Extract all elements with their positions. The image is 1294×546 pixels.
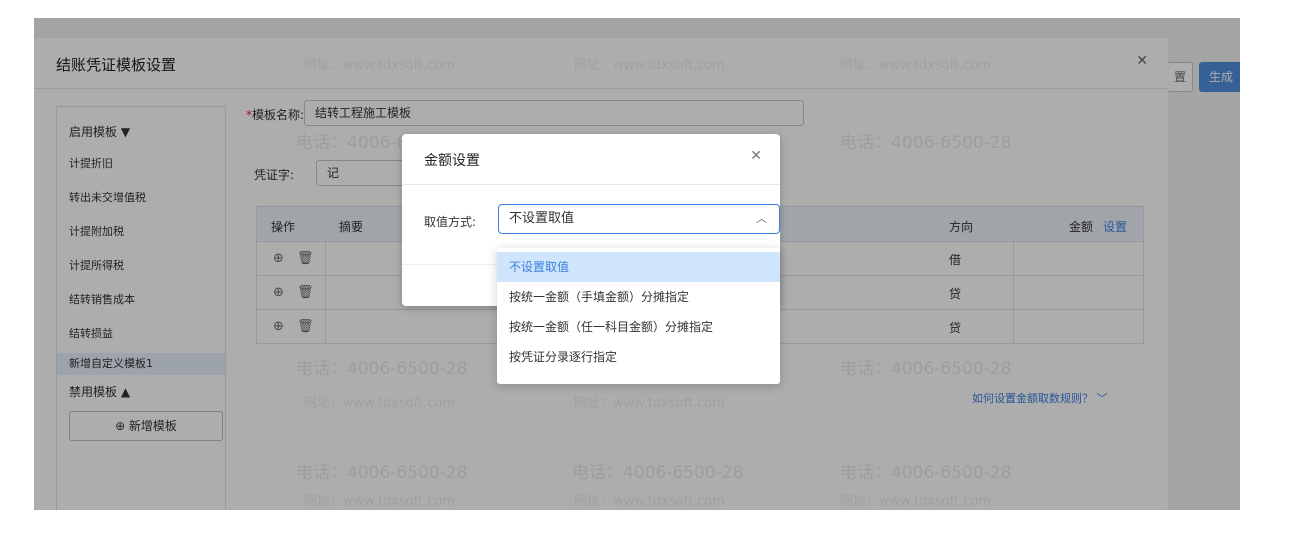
option-no-value[interactable]: 不设置取值 <box>497 252 780 282</box>
option-uniform-account[interactable]: 按统一金额（任一科目金额）分摊指定 <box>497 312 780 342</box>
value-mode-selected-text: 不设置取值 <box>509 211 575 226</box>
value-mode-label: 取值方式: <box>424 215 477 229</box>
app-frame: 置 生成 结账凭证模板设置 ✕ 启用模板 ▼ 计提折旧 转出未交增值税 计提附加… <box>34 18 1240 510</box>
value-mode-dropdown: 不设置取值 按统一金额（手填金额）分摊指定 按统一金额（任一科目金额）分摊指定 … <box>497 248 780 384</box>
option-per-entry[interactable]: 按凭证分录逐行指定 <box>497 342 780 372</box>
amount-settings-title: 金额设置 <box>424 153 480 169</box>
value-mode-select[interactable]: 不设置取值 ︿ <box>498 204 780 234</box>
modal-divider <box>402 184 780 185</box>
option-uniform-manual[interactable]: 按统一金额（手填金额）分摊指定 <box>497 282 780 312</box>
modal-close-icon[interactable]: ✕ <box>750 148 762 164</box>
chevron-up-icon: ︿ <box>756 212 767 225</box>
